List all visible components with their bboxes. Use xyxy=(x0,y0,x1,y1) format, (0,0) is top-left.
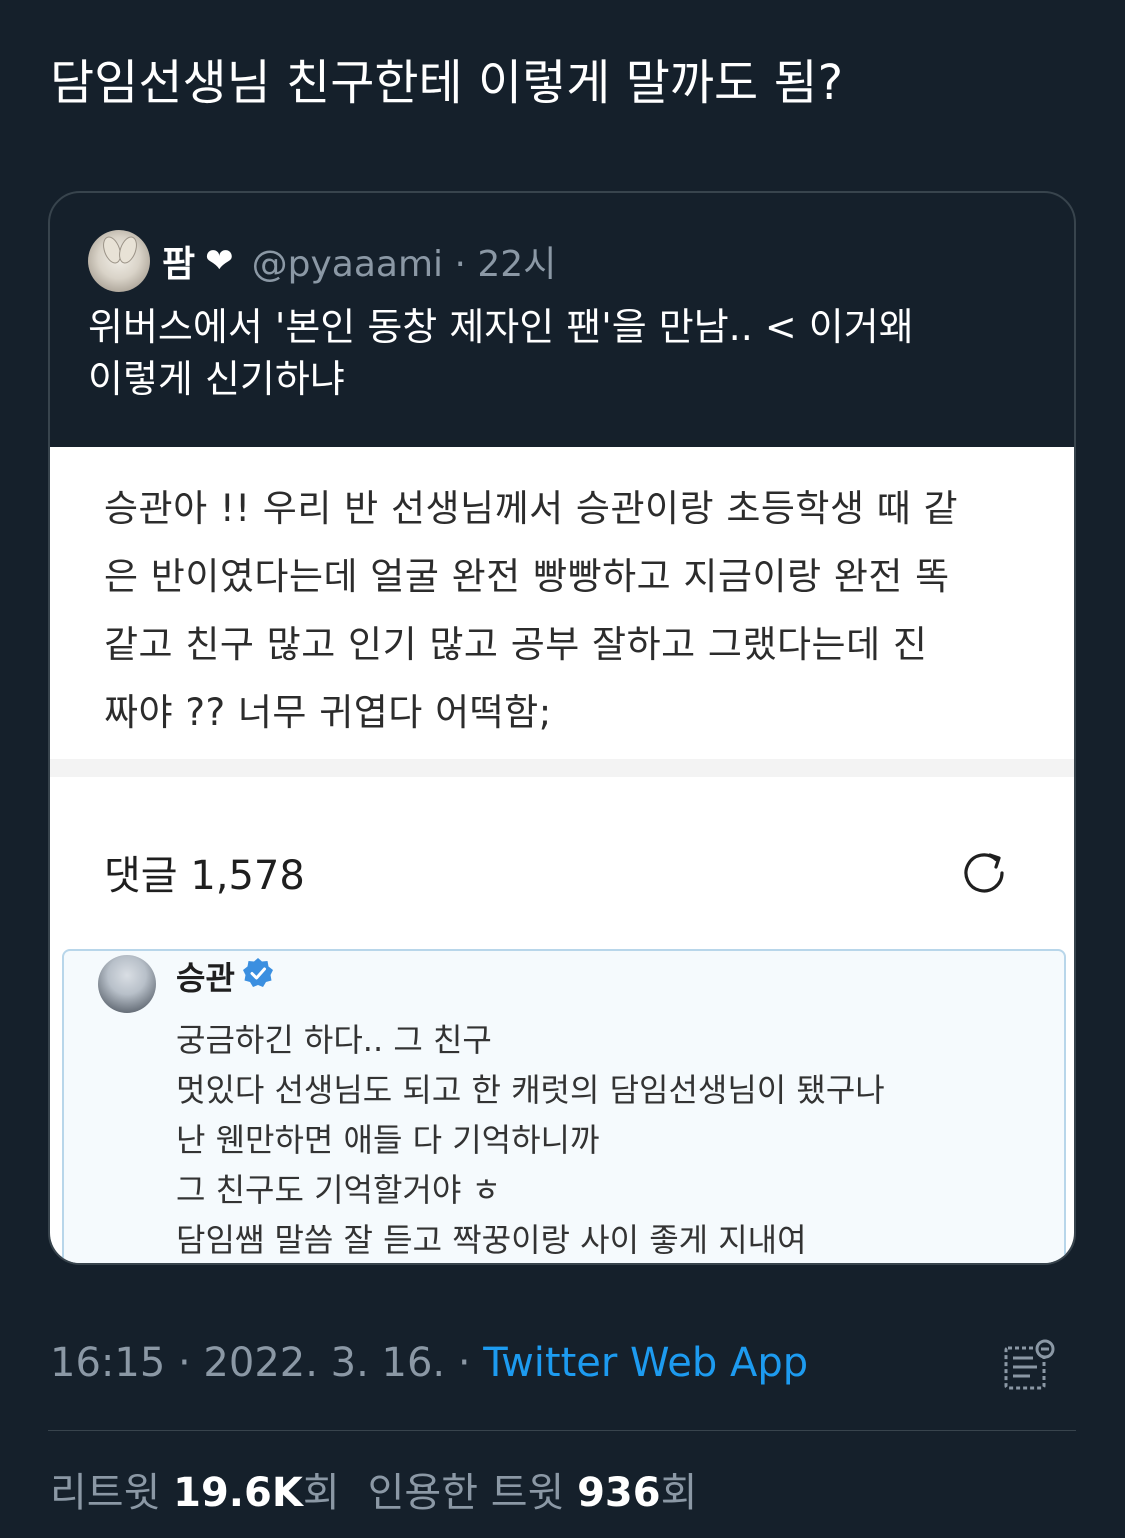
artist-avatar xyxy=(98,955,156,1013)
comments-count: 댓글 1,578 xyxy=(104,853,305,899)
comment-line: 궁금하긴 하다.. 그 친구 xyxy=(176,1021,492,1059)
quoted-tweet-text: 위버스에서 '본인 동창 제자인 팬'을 만남.. < 이거왜 이렇게 신기하냐 xyxy=(88,305,914,401)
retweets-stat[interactable]: 리트윗 19.6K회 xyxy=(50,1470,340,1516)
quoted-tweet-time: · 22시 xyxy=(454,244,557,285)
quoted-tweet[interactable]: 팜 ❤ @pyaaami · 22시 위버스에서 '본인 동창 제자인 팬'을 … xyxy=(48,191,1076,1265)
tweet-timestamp: 16:15 · 2022. 3. 16. · xyxy=(50,1340,484,1386)
refresh-icon xyxy=(964,853,1004,893)
quoted-author-handle: @pyaaami · 22시 xyxy=(251,244,557,285)
engagement-stats: 리트윗 19.6K회 인용한 트윗 936회 xyxy=(50,1460,697,1518)
comment-line: 멋있다 선생님도 되고 한 캐럿의 담임선생님이 됐구나 xyxy=(176,1071,885,1109)
fan-post-line: 짜야 ?? 너무 귀엽다 어떡함; xyxy=(104,691,552,734)
comment-line: 그 친구도 기억할거야 ㅎ xyxy=(176,1171,501,1209)
comment-line: 난 웬만하면 애들 다 기억하니까 xyxy=(176,1121,600,1159)
section-divider xyxy=(50,759,1074,777)
divider xyxy=(48,1430,1076,1431)
quote-tweets-stat[interactable]: 인용한 트윗 936회 xyxy=(368,1470,698,1516)
quoted-author-name[interactable]: 팜 xyxy=(162,235,195,287)
artist-comment: 승관 궁금하긴 하다.. 그 친구 멋있다 선생님도 되고 한 캐럿의 담임선생… xyxy=(62,949,1066,1263)
heart-icon: ❤ xyxy=(205,241,234,281)
analytics-icon[interactable] xyxy=(1000,1338,1058,1396)
fan-post-line: 은 반이였다는데 얼굴 완전 빵빵하고 지금이랑 완전 똑 xyxy=(104,555,950,598)
fan-post-line: 승관아 !! 우리 반 선생님께서 승관이랑 초등학생 때 같 xyxy=(104,487,959,530)
tweet-source-link[interactable]: Twitter Web App xyxy=(483,1340,808,1386)
fan-post-line: 같고 친구 많고 인기 많고 공부 잘하고 그랬다는데 진 xyxy=(104,623,928,666)
comment-line: 담임쌤 말씀 잘 듣고 짝꿍이랑 사이 좋게 지내여 xyxy=(176,1221,807,1259)
quoted-author-avatar[interactable] xyxy=(88,230,150,292)
tweet-meta: 16:15 · 2022. 3. 16. · Twitter Web App xyxy=(50,1340,808,1386)
artist-comment-text: 궁금하긴 하다.. 그 친구 멋있다 선생님도 되고 한 캐럿의 담임선생님이 … xyxy=(176,1015,1036,1263)
verified-icon xyxy=(243,958,273,987)
fan-post-text: 승관아 !! 우리 반 선생님께서 승관이랑 초등학생 때 같 은 반이였다는데… xyxy=(104,475,1034,747)
tweet-text: 담임선생님 친구한테 이렇게 말까도 됨? xyxy=(50,55,844,111)
artist-name: 승관 xyxy=(176,959,235,997)
quoted-tweet-image[interactable]: 승관아 !! 우리 반 선생님께서 승관이랑 초등학생 때 같 은 반이였다는데… xyxy=(50,447,1074,1263)
quoted-tweet-header: 팜 ❤ @pyaaami · 22시 xyxy=(88,229,556,293)
